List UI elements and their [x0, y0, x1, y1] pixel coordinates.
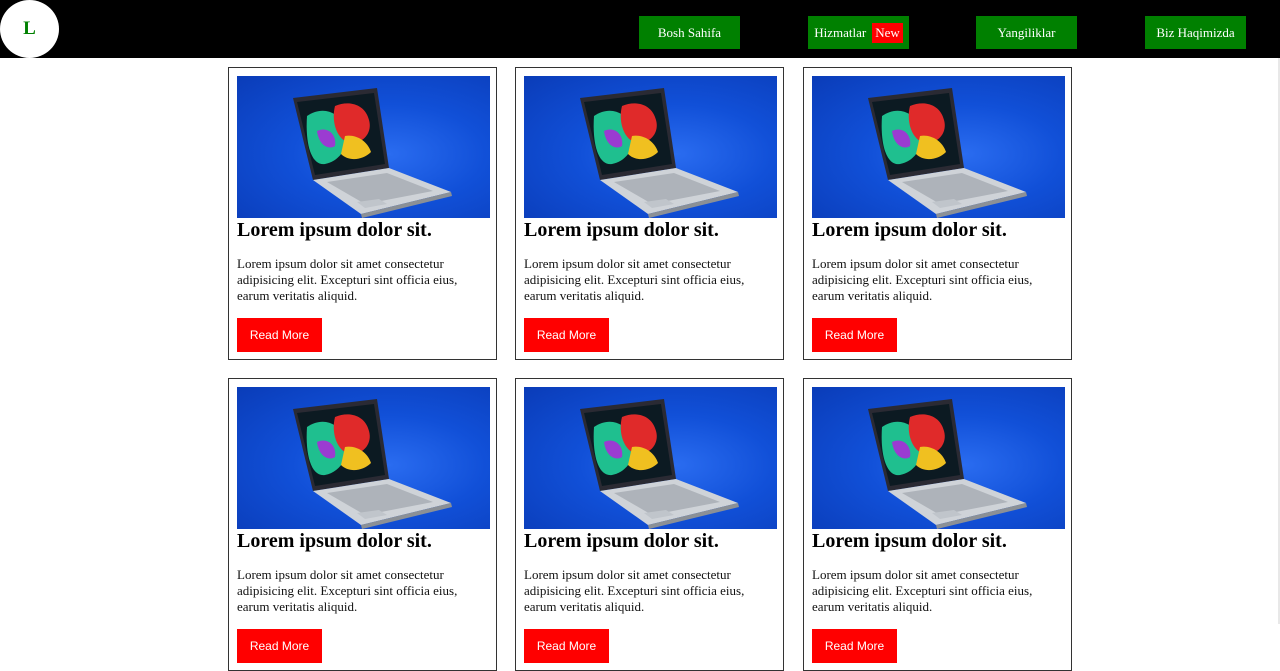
card-title: Lorem ipsum dolor sit.	[524, 530, 719, 552]
nav-item-hizmatlar[interactable]: Hizmatlar New	[808, 16, 909, 49]
card-text: Lorem ipsum dolor sit amet consectetur a…	[524, 256, 745, 303]
laptop-image	[812, 76, 1065, 218]
nav-item-label: Bosh Sahifa	[657, 24, 722, 40]
card-text: Lorem ipsum dolor sit amet consectetur a…	[812, 567, 1033, 614]
card-text: Lorem ipsum dolor sit amet consectetur a…	[524, 567, 745, 614]
new-badge: New	[872, 22, 903, 43]
card-title: Lorem ipsum dolor sit.	[812, 219, 1007, 241]
card-text: Lorem ipsum dolor sit amet consectetur a…	[237, 567, 458, 614]
nav-item-yangiliklar[interactable]: Yangiliklar	[976, 16, 1077, 49]
read-more-button[interactable]: Read More	[812, 629, 897, 663]
product-card: Lorem ipsum dolor sit. Lorem ipsum dolor…	[515, 67, 784, 360]
nav-item-label: Biz Haqimizda	[1156, 24, 1235, 40]
laptop-image	[524, 76, 777, 218]
card-text: Lorem ipsum dolor sit amet consectetur a…	[812, 256, 1033, 303]
laptop-image	[237, 76, 490, 218]
nav-item-biz-haqimizda[interactable]: Biz Haqimizda	[1145, 16, 1246, 49]
read-more-button[interactable]: Read More	[237, 318, 322, 352]
product-card: Lorem ipsum dolor sit. Lorem ipsum dolor…	[803, 378, 1072, 671]
nav-item-label: Hizmatlar	[814, 24, 867, 40]
nav-item-bosh-sahifa[interactable]: Bosh Sahifa	[639, 16, 740, 49]
product-card: Lorem ipsum dolor sit. Lorem ipsum dolor…	[803, 67, 1072, 360]
nav-item-label: Yangiliklar	[997, 24, 1056, 40]
card-title: Lorem ipsum dolor sit.	[237, 530, 432, 552]
product-card: Lorem ipsum dolor sit. Lorem ipsum dolor…	[228, 378, 497, 671]
card-title: Lorem ipsum dolor sit.	[524, 219, 719, 241]
laptop-image	[237, 387, 490, 529]
read-more-button[interactable]: Read More	[524, 318, 609, 352]
card-text: Lorem ipsum dolor sit amet consectetur a…	[237, 256, 458, 303]
card-title: Lorem ipsum dolor sit.	[237, 219, 432, 241]
read-more-button[interactable]: Read More	[524, 629, 609, 663]
card-title: Lorem ipsum dolor sit.	[812, 530, 1007, 552]
laptop-image	[524, 387, 777, 529]
logo[interactable]: L	[0, 0, 59, 58]
product-card: Lorem ipsum dolor sit. Lorem ipsum dolor…	[228, 67, 497, 360]
product-card: Lorem ipsum dolor sit. Lorem ipsum dolor…	[515, 378, 784, 671]
laptop-image	[812, 387, 1065, 529]
read-more-button[interactable]: Read More	[237, 629, 322, 663]
navbar: L Bosh Sahifa Hizmatlar New Yangiliklar …	[0, 0, 1280, 58]
read-more-button[interactable]: Read More	[812, 318, 897, 352]
